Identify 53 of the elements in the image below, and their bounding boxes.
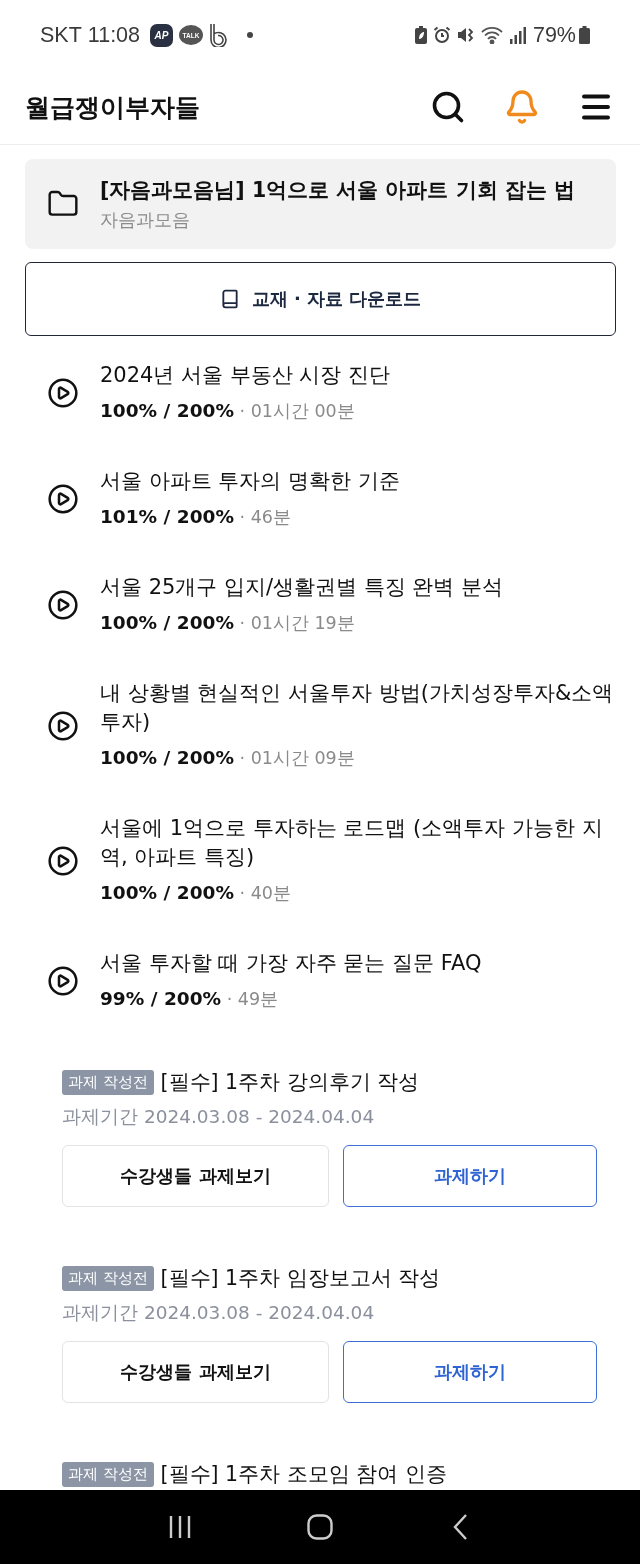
app-logo[interactable]: 월급쟁이부자들	[25, 90, 200, 124]
assignment-title: [필수] 1주차 임장보고서 작성	[160, 1265, 441, 1292]
alarm-icon	[432, 26, 451, 44]
wifi-icon	[480, 26, 503, 44]
play-icon[interactable]	[47, 844, 79, 877]
lecture-progress-duration: 101% / 200% · 46분	[100, 505, 292, 529]
lecture-title[interactable]: 서울 25개구 입지/생활권별 특징 완벽 분석	[100, 573, 616, 602]
course-author: 자음과모음	[100, 208, 191, 232]
book-icon	[219, 289, 240, 309]
lecture-progress-duration: 100% / 200% · 01시간 09분	[100, 746, 356, 770]
clock-time: 11:08	[87, 22, 141, 48]
mute-icon	[456, 26, 475, 44]
battery-percent: 79%	[532, 22, 576, 48]
do-assignment-button[interactable]: 과제하기	[343, 1145, 597, 1207]
status-badge: 과제 작성전	[62, 1069, 154, 1095]
do-assignment-button[interactable]: 과제하기	[343, 1341, 597, 1403]
assignment-period: 과제기간 2024.03.08 - 2024.04.04	[62, 1301, 376, 1325]
lecture-progress-duration: 99% / 200% · 49분	[100, 987, 280, 1011]
course-title: [자음과모음님] 1억으로 서울 아파트 기회 잡는 법	[100, 177, 575, 204]
view-submissions-button[interactable]: 수강생들 과제보기	[62, 1341, 329, 1403]
lecture-progress-duration: 100% / 200% · 01시간 00분	[100, 399, 356, 423]
play-icon[interactable]	[47, 483, 79, 515]
lecture-progress-duration: 100% / 200% · 01시간 19분	[100, 611, 356, 635]
lecture-title[interactable]: 서울에 1억으로 투자하는 로드맵 (소액투자 가능한 지역, 아파트 특징)	[100, 814, 616, 872]
assignment-period: 과제기간 2024.03.08 - 2024.04.04	[62, 1105, 376, 1129]
view-submissions-button[interactable]: 수강생들 과제보기	[62, 1145, 329, 1207]
play-icon[interactable]	[47, 965, 79, 997]
lecture-title[interactable]: 2024년 서울 부동산 시장 진단	[100, 361, 616, 390]
play-icon[interactable]	[47, 589, 79, 621]
app-notification-badge: AP	[150, 23, 174, 47]
lecture-title[interactable]: 서울 아파트 투자의 명확한 기준	[100, 467, 616, 496]
signal-icon	[508, 26, 527, 44]
lecture-title[interactable]: 서울 투자할 때 가장 자주 묻는 질문 FAQ	[100, 949, 616, 978]
play-icon[interactable]	[47, 377, 79, 409]
battery-icon	[579, 26, 590, 44]
status-badge: 과제 작성전	[62, 1461, 154, 1487]
bell-icon	[504, 89, 540, 125]
battery-saver-icon	[414, 26, 427, 44]
back-icon	[453, 1514, 467, 1540]
home-icon	[307, 1514, 333, 1540]
assignment-title: [필수] 1주차 강의후기 작성	[160, 1069, 420, 1096]
play-icon[interactable]	[47, 709, 79, 742]
recent-apps-icon	[169, 1515, 191, 1539]
app-logo-icon	[209, 23, 228, 47]
lecture-progress-duration: 100% / 200% · 40분	[100, 881, 292, 905]
lecture-title[interactable]: 내 상황별 현실적인 서울투자 방법(가치성장투자&소액투자)	[100, 679, 616, 737]
search-icon	[430, 89, 466, 125]
search-button[interactable]	[430, 89, 466, 125]
carrier-name: SKT	[40, 22, 82, 48]
assignment-title: [필수] 1주차 조모임 참여 인증	[160, 1461, 447, 1488]
notification-dot-icon	[247, 32, 254, 38]
download-button[interactable]: 교재 · 자료 다운로드	[25, 262, 616, 336]
status-badge: 과제 작성전	[62, 1265, 154, 1291]
